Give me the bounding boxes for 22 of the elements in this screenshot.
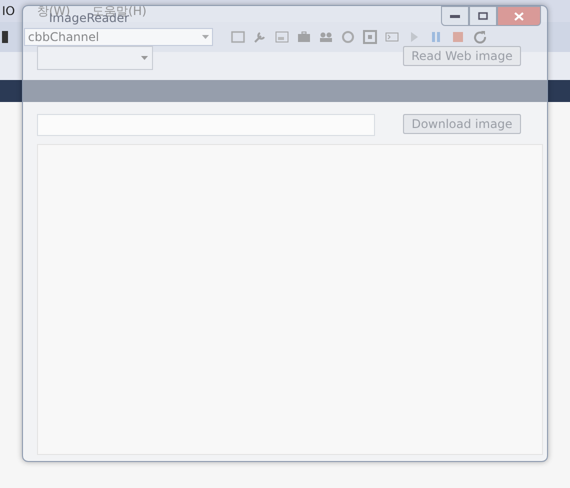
menu-item[interactable]: IO	[2, 4, 15, 18]
maximize-icon	[478, 12, 488, 20]
minimize-button[interactable]	[441, 6, 469, 26]
pause-icon[interactable]	[429, 30, 443, 44]
restart-icon[interactable]	[473, 30, 487, 44]
maximize-button[interactable]	[469, 6, 497, 26]
form-icon[interactable]	[275, 30, 289, 44]
caret-icon	[202, 35, 209, 39]
window-icon[interactable]	[231, 30, 245, 44]
toolbox-icon[interactable]	[297, 30, 311, 44]
url-field[interactable]	[37, 114, 375, 136]
wrench-icon[interactable]	[253, 30, 267, 44]
minimize-icon	[450, 14, 460, 18]
frame-icon[interactable]	[363, 30, 377, 44]
stop-icon[interactable]	[451, 30, 465, 44]
save-icon[interactable]	[2, 31, 8, 43]
console-icon[interactable]	[385, 30, 399, 44]
channel-combo[interactable]: cbbChannel	[24, 28, 213, 46]
close-icon	[514, 12, 524, 20]
group-icon[interactable]	[319, 30, 333, 44]
close-button[interactable]	[497, 6, 541, 26]
caret-icon	[141, 56, 148, 60]
